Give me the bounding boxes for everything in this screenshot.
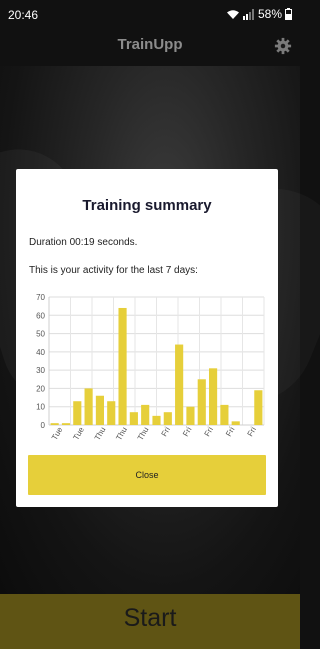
status-time: 20:46	[8, 8, 39, 22]
y-tick-label: 50	[36, 330, 45, 339]
start-label: Start	[123, 604, 177, 632]
chart-bar	[141, 404, 150, 425]
chart-bar	[61, 423, 71, 425]
status-icons: 58%	[226, 7, 292, 21]
close-button[interactable]: Close	[28, 455, 266, 495]
y-tick-label: 60	[36, 311, 45, 320]
x-tick-label: Fri	[160, 425, 173, 438]
wifi-icon	[226, 9, 239, 19]
y-tick-label: 30	[36, 366, 45, 375]
chart-bar	[107, 401, 116, 425]
training-summary-dialog: Training summary Duration 00:19 seconds.…	[16, 169, 278, 507]
start-button[interactable]: Start	[0, 594, 300, 649]
y-tick-label: 0	[41, 421, 46, 430]
chart-bar	[254, 390, 263, 425]
gear-icon[interactable]	[274, 37, 292, 55]
chart-bar	[95, 395, 104, 425]
signal-icon	[242, 8, 254, 20]
x-tick-label: Fri	[181, 425, 194, 438]
chart-bar	[152, 415, 161, 425]
chart-bar	[209, 368, 218, 425]
chart-bar	[84, 388, 93, 425]
x-tick-label: Thu	[136, 426, 151, 442]
x-tick-label: Thu	[114, 426, 129, 442]
chart-bar	[73, 401, 82, 425]
chart-bar	[197, 379, 206, 425]
chart-bar	[129, 412, 138, 425]
activity-chart: 0 10 20 30 40 50 60 70 Tue Tue Thu Thu Thu Fri Fri Fri F…	[36, 293, 265, 442]
chart-bar	[163, 412, 172, 425]
x-tick-label: Fri	[224, 425, 237, 438]
y-tick-label: 20	[36, 384, 45, 393]
app-title: TrainUpp	[117, 36, 183, 53]
x-tick-label: Tue	[71, 425, 86, 442]
chart-bar	[231, 421, 240, 425]
status-bar: 20:46 58%	[0, 0, 300, 28]
chart-bar	[186, 406, 195, 425]
battery-icon	[285, 8, 292, 20]
x-tick-label: Fri	[203, 425, 216, 438]
y-tick-label: 70	[36, 293, 45, 302]
chart-bar	[220, 404, 229, 425]
y-tick-label: 10	[36, 403, 45, 412]
chart-bar	[50, 423, 59, 425]
x-tick-label: Fri	[246, 425, 259, 438]
y-tick-label: 40	[36, 348, 45, 357]
chart-bar	[175, 344, 184, 425]
chart-bar	[118, 307, 127, 425]
x-tick-label: Tue	[50, 425, 65, 442]
battery-percent: 58%	[257, 7, 282, 21]
app-bar: TrainUpp	[0, 28, 300, 66]
x-tick-label: Thu	[93, 426, 108, 442]
